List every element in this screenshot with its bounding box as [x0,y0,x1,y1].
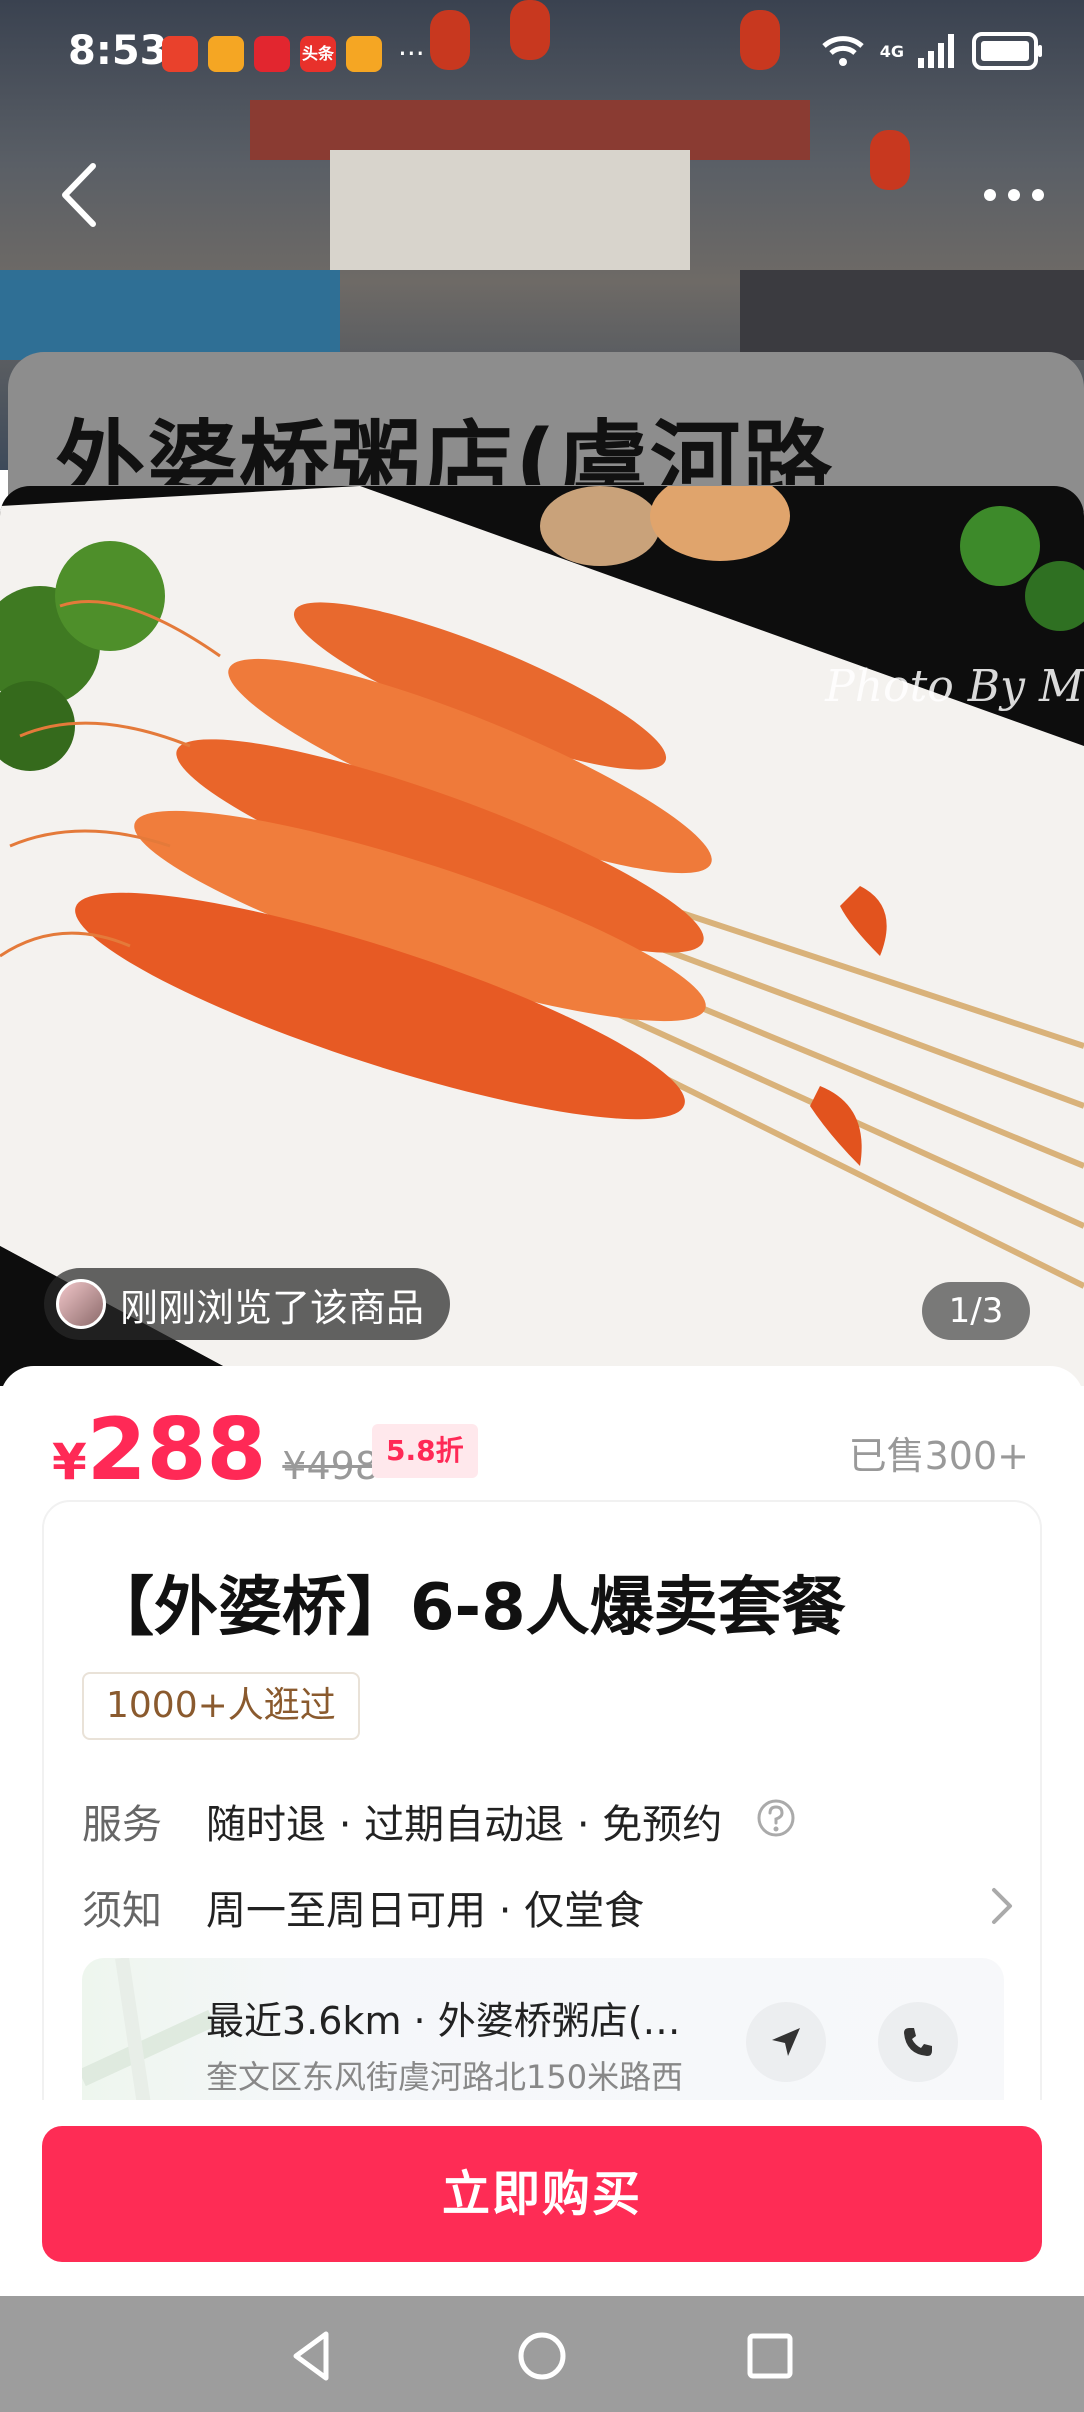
visits-tag: 1000+人逛过 [82,1672,360,1740]
current-price: 288 [86,1400,267,1500]
system-recents-icon[interactable] [740,2326,800,2386]
price-row: ¥ 288 ¥498 [52,1400,401,1500]
store-address: 奎文区东风街虞河路北150米路西 [206,2058,684,2096]
service-value: 随时退 · 过期自动退 · 免预约 [206,1802,723,1848]
chevron-left-icon [62,163,96,227]
more-dot-icon [984,189,996,201]
more-dot-icon [1032,189,1044,201]
phone-icon [904,2028,932,2056]
more-options-button[interactable] [974,180,1054,210]
product-title: 【外婆桥】6-8人爆卖套餐 [90,1571,846,1645]
status-more-indicator: ··· [398,37,425,70]
more-dot-icon [1008,189,1020,201]
shop-title: 外婆桥粥店(虞河路 [55,411,835,485]
service-label: 服务 [82,1802,162,1848]
call-button[interactable] [878,2002,958,2082]
status-app-icons: 头条 ··· [162,36,425,72]
notice-value[interactable]: 周一至周日可用 · 仅堂食 [206,1878,644,1936]
toutiao-icon: 头条 [300,36,336,72]
navigate-button[interactable] [746,2002,826,2082]
recently-viewed-text: 刚刚浏览了该商品 [120,1285,425,1330]
product-photo[interactable]: Photo By M [0,486,1084,1386]
price-symbol: ¥ [52,1433,87,1491]
status-bar: 8:53 头条 ··· 4G [0,0,1084,110]
help-icon[interactable] [756,1798,796,1838]
recently-viewed-badge: 刚刚浏览了该商品 [44,1268,451,1340]
buy-now-button[interactable]: 立即购买 [42,2126,1042,2262]
back-button[interactable] [55,160,105,230]
store-name[interactable]: 最近3.6km · 外婆桥粥店(… [206,1990,681,2045]
weibo-icon-2 [346,36,382,72]
signal-icon [918,34,954,68]
system-home-icon[interactable] [512,2326,572,2386]
notice-label: 须知 [82,1888,162,1934]
sold-count: 已售300+ [848,1434,1029,1478]
status-time: 8:53 [68,28,168,74]
shrimp-skewers-image [0,486,1084,1386]
original-price: ¥498 [282,1444,380,1488]
battery-icon [972,32,1042,70]
network-type: 4G [879,41,904,61]
photo-credit: Photo By M [825,661,1084,712]
notification-app-icon [162,36,198,72]
navigation-arrow-icon [772,2028,800,2056]
chevron-right-icon[interactable] [990,1886,1014,1926]
system-navigation-bar [0,2296,1084,2412]
weibo-icon [208,36,244,72]
status-right-icons: 4G [820,32,1044,70]
wifi-icon [822,36,864,66]
discount-badge: 5.8折 [372,1424,478,1478]
image-counter: 1/3 [922,1282,1030,1340]
avatar [56,1279,106,1329]
system-back-icon[interactable] [282,2326,342,2386]
video-app-icon [254,36,290,72]
